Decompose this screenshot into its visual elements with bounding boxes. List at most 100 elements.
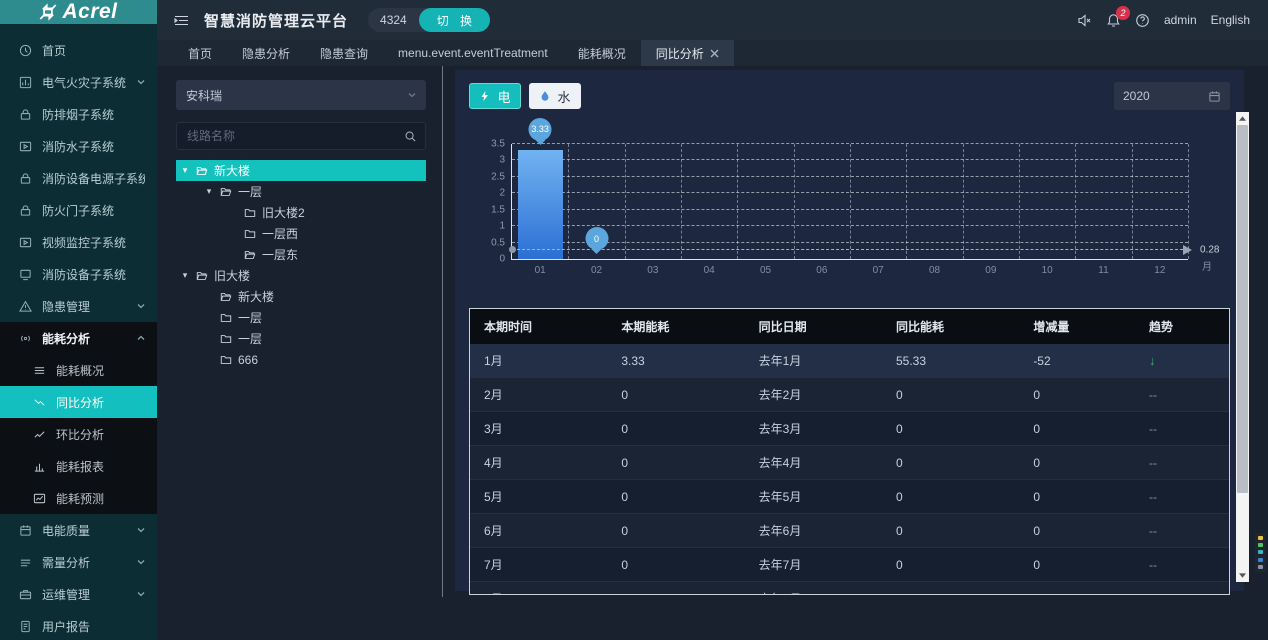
search-input[interactable] bbox=[177, 129, 395, 143]
yoy-table: 本期时间本期能耗同比日期同比能耗增减量趋势 1月3.33去年1月55.33-52… bbox=[470, 309, 1229, 595]
sidebar-subitem[interactable]: 环比分析 bbox=[0, 418, 157, 450]
trend-down-icon bbox=[33, 396, 46, 409]
company-select[interactable]: 安科瑞 bbox=[176, 80, 426, 110]
close-icon[interactable] bbox=[710, 49, 719, 58]
tree-node[interactable]: ▾一层 bbox=[176, 181, 426, 202]
user-menu[interactable]: admin bbox=[1164, 13, 1197, 27]
help-icon[interactable] bbox=[1135, 13, 1150, 28]
scrollbar-up-icon[interactable] bbox=[1236, 112, 1249, 125]
sidebar-item[interactable]: 隐患管理 bbox=[0, 290, 157, 322]
table-cell-trend: -- bbox=[1135, 514, 1229, 548]
tab-active[interactable]: 同比分析 bbox=[641, 40, 734, 66]
tree-node[interactable]: 旧大楼2 bbox=[176, 202, 426, 223]
sidebar-subitem-label: 同比分析 bbox=[56, 394, 104, 411]
switch-button[interactable]: 切 换 bbox=[419, 8, 490, 32]
sidebar: Acrel 首页电气火灾子系统防排烟子系统消防水子系统消防设备电源子系统防火门子… bbox=[0, 0, 157, 640]
bar-month-01[interactable] bbox=[518, 150, 563, 259]
folder-open bbox=[220, 291, 232, 303]
table-row[interactable]: 8月0去年8月00-- bbox=[470, 582, 1229, 596]
sidebar-item[interactable]: 首页 bbox=[0, 34, 157, 66]
sidebar-subitem[interactable]: 能耗预测 bbox=[0, 482, 157, 514]
folder-open bbox=[196, 165, 208, 177]
speaker-muted-icon[interactable] bbox=[1077, 13, 1092, 28]
sidebar-item[interactable]: 需量分析 bbox=[0, 546, 157, 578]
sidebar-subitem[interactable]: 能耗报表 bbox=[0, 450, 157, 482]
forecast-icon bbox=[33, 492, 46, 505]
tree-node[interactable]: 新大楼 bbox=[176, 286, 426, 307]
tab-label: 隐患分析 bbox=[242, 45, 290, 62]
minimap-dot bbox=[1258, 565, 1263, 569]
chevron-down-icon bbox=[408, 91, 416, 99]
table-row[interactable]: 6月0去年6月00-- bbox=[470, 514, 1229, 548]
electric-toggle[interactable]: 电 bbox=[469, 83, 521, 109]
tree-node[interactable]: 一层西 bbox=[176, 223, 426, 244]
y-axis-tick: 3 bbox=[499, 155, 505, 166]
chevron-down-icon bbox=[137, 590, 145, 598]
tree-node[interactable]: ▾新大楼 bbox=[176, 160, 426, 181]
tree-caret-icon[interactable]: ▾ bbox=[204, 186, 214, 197]
table-header-cell: 增减量 bbox=[1019, 309, 1135, 344]
tab-item[interactable]: 能耗概况 bbox=[563, 40, 641, 66]
table-row[interactable]: 2月0去年2月00-- bbox=[470, 378, 1229, 412]
tree-node[interactable]: ▾旧大楼 bbox=[176, 265, 426, 286]
sidebar-item-label: 视频监控子系统 bbox=[42, 234, 145, 251]
year-picker-value: 2020 bbox=[1123, 89, 1150, 103]
water-toggle[interactable]: 水 bbox=[529, 83, 581, 109]
x-axis-tick: 01 bbox=[535, 265, 546, 276]
sidebar-item[interactable]: 运维管理 bbox=[0, 578, 157, 610]
tree-node[interactable]: 一层 bbox=[176, 328, 426, 349]
tab-item[interactable]: menu.event.eventTreatment bbox=[383, 40, 563, 66]
tree-node[interactable]: 666 bbox=[176, 349, 426, 370]
table-row[interactable]: 7月0去年7月00-- bbox=[470, 548, 1229, 582]
sidebar-item[interactable]: 消防水子系统 bbox=[0, 130, 157, 162]
table-cell-trend: -- bbox=[1135, 378, 1229, 412]
sidebar-item[interactable]: 电气火灾子系统 bbox=[0, 66, 157, 98]
tree-caret-icon[interactable]: ▾ bbox=[180, 270, 190, 281]
minimap-dot bbox=[1258, 558, 1263, 562]
sidebar-expanded-group: 能耗分析能耗概况同比分析环比分析能耗报表能耗预测 bbox=[0, 322, 157, 514]
sidebar-subitem-label: 能耗概况 bbox=[56, 362, 104, 379]
sidebar-item[interactable]: 视频监控子系统 bbox=[0, 226, 157, 258]
folder-closed bbox=[244, 228, 256, 240]
main-column: 智慧消防管理云平台 4324 切 换 2 admin English 首页隐患分… bbox=[157, 0, 1268, 640]
sidebar-subitem[interactable]: 同比分析 bbox=[0, 386, 157, 418]
sidebar-item[interactable]: 消防设备子系统 bbox=[0, 258, 157, 290]
menu-fold-icon[interactable] bbox=[173, 12, 190, 29]
tree-node-label: 一层 bbox=[238, 309, 262, 326]
tree-node[interactable]: 一层 bbox=[176, 307, 426, 328]
table-row[interactable]: 4月0去年4月00-- bbox=[470, 446, 1229, 480]
markline-label: 0.28 bbox=[1200, 244, 1219, 255]
tree-node[interactable]: 一层东 bbox=[176, 244, 426, 265]
tab-item[interactable]: 首页 bbox=[173, 40, 227, 66]
year-picker[interactable]: 2020 bbox=[1114, 82, 1230, 110]
tab-item[interactable]: 隐患分析 bbox=[227, 40, 305, 66]
tree-caret-icon[interactable]: ▾ bbox=[180, 165, 190, 176]
scrollbar-down-icon[interactable] bbox=[1236, 569, 1249, 582]
bell-icon[interactable]: 2 bbox=[1106, 13, 1121, 28]
minimap-widget bbox=[1255, 533, 1266, 572]
tab-item[interactable]: 隐患查询 bbox=[305, 40, 383, 66]
table-cell: 去年7月 bbox=[745, 548, 882, 582]
folder-closed bbox=[244, 207, 256, 219]
search-icon[interactable] bbox=[395, 130, 425, 143]
sidebar-item[interactable]: 消防设备电源子系统 bbox=[0, 162, 157, 194]
content-scrollbar[interactable] bbox=[1236, 112, 1249, 582]
table-cell: 0 bbox=[607, 446, 744, 480]
table-cell: 5月 bbox=[470, 480, 607, 514]
table-row[interactable]: 3月0去年3月00-- bbox=[470, 412, 1229, 446]
sidebar-item[interactable]: 防排烟子系统 bbox=[0, 98, 157, 130]
table-cell: 去年1月 bbox=[745, 344, 882, 378]
table-cell: 去年2月 bbox=[745, 378, 882, 412]
table-row[interactable]: 1月3.33去年1月55.33-52↓ bbox=[470, 344, 1229, 378]
sidebar-item[interactable]: 防火门子系统 bbox=[0, 194, 157, 226]
table-row[interactable]: 5月0去年5月00-- bbox=[470, 480, 1229, 514]
sidebar-item[interactable]: 电能质量 bbox=[0, 514, 157, 546]
x-axis-tick: 03 bbox=[647, 265, 658, 276]
sidebar-subitem[interactable]: 能耗概况 bbox=[0, 354, 157, 386]
trend-flat-icon: -- bbox=[1149, 490, 1157, 504]
scrollbar-thumb[interactable] bbox=[1237, 125, 1248, 493]
sidebar-item[interactable]: 用户报告 bbox=[0, 610, 157, 640]
sidebar-item[interactable]: 能耗分析 bbox=[0, 322, 157, 354]
trend-down-icon: ↓ bbox=[1149, 353, 1156, 368]
language-switch[interactable]: English bbox=[1211, 13, 1250, 27]
